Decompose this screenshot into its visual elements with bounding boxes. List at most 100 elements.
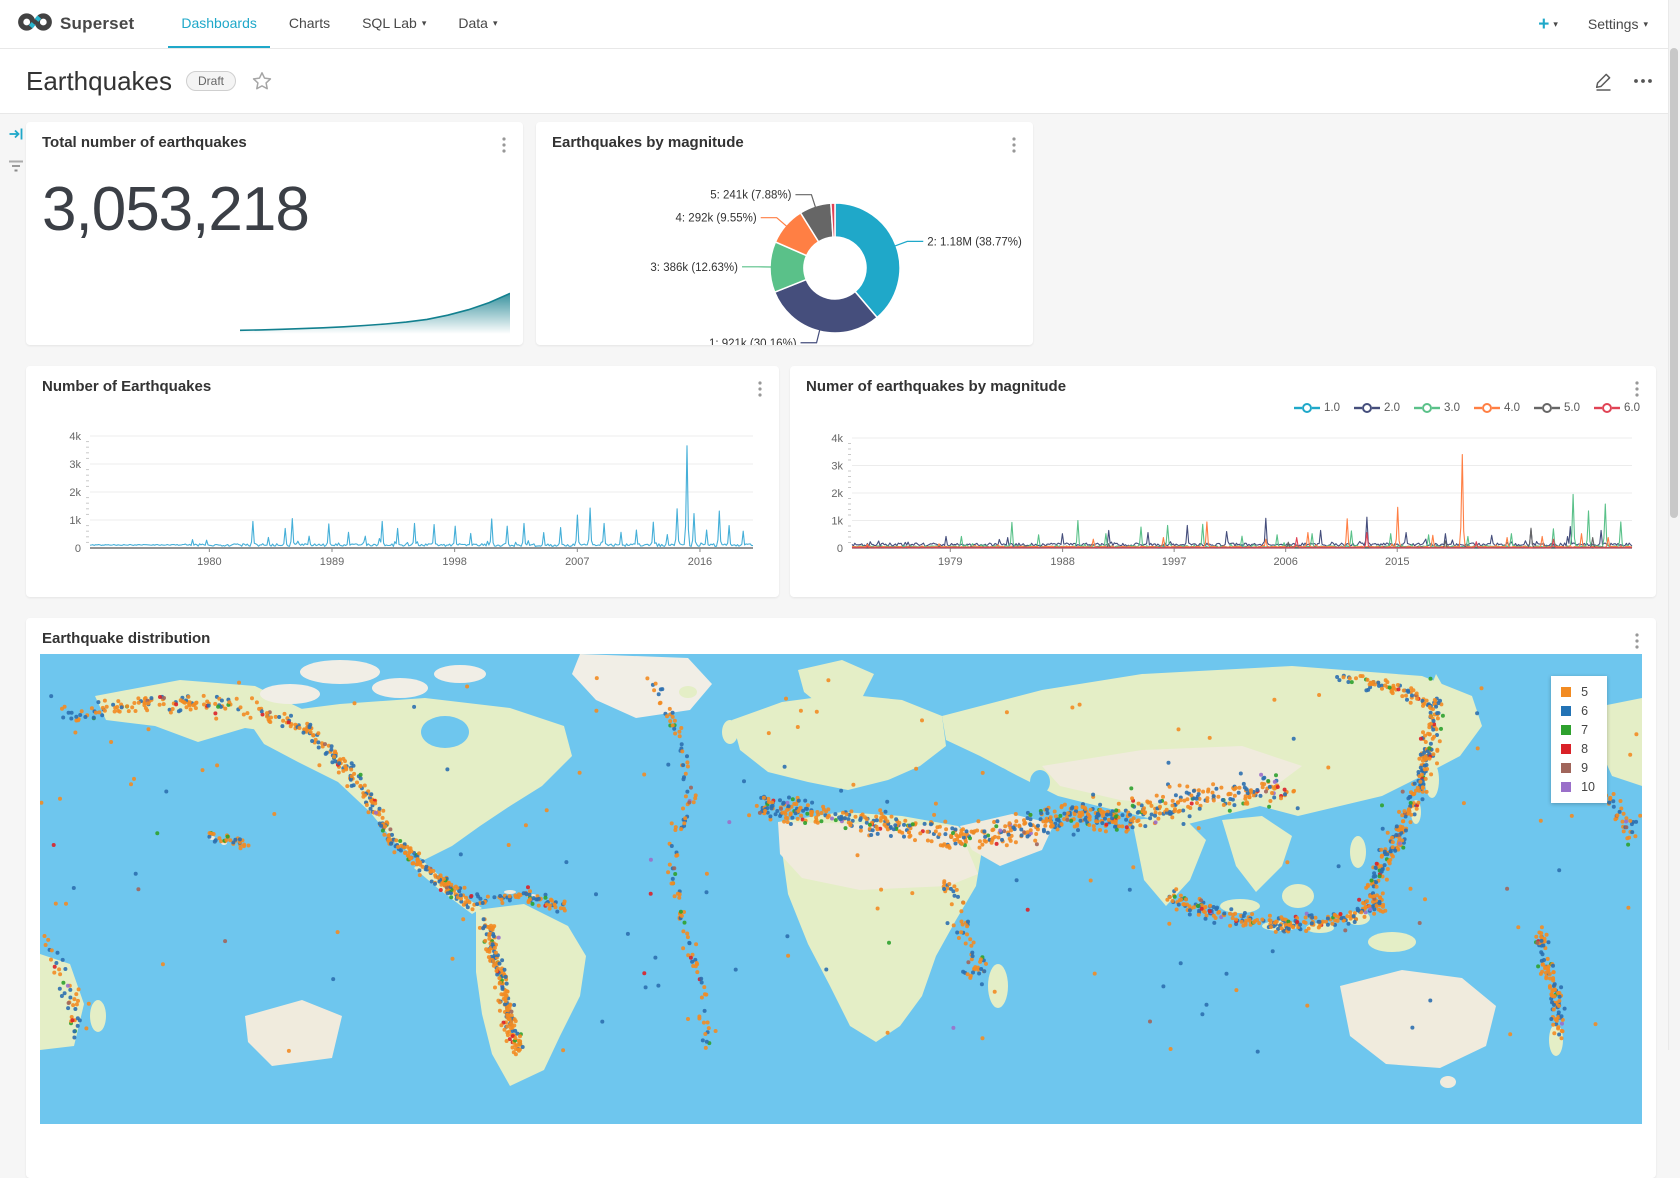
status-badge[interactable]: Draft — [186, 71, 236, 91]
map-landmass — [300, 660, 380, 684]
legend-label: 10 — [1581, 780, 1595, 794]
legend-swatch — [1561, 782, 1571, 792]
map-landmass — [1368, 932, 1416, 952]
legend-label: 7 — [1581, 723, 1588, 737]
x-axis-tick-label: 2007 — [565, 556, 589, 568]
world-map[interactable]: 5 6 7 8 9 10 — [40, 654, 1642, 1124]
big-number-sparkline[interactable] — [240, 286, 510, 334]
chart-kebab-menu-icon[interactable] — [499, 134, 509, 161]
map-landmass — [1440, 1076, 1456, 1088]
scrollbar-thumb[interactable] — [1670, 48, 1678, 518]
y-axis-tick-label: 2k — [69, 487, 81, 499]
map-landmass — [260, 684, 320, 704]
legend-swatch — [1561, 763, 1571, 773]
card-number-of-earthquakes: Number of Earthquakes 01k2k3k4k198019891… — [26, 366, 779, 597]
nav-item-dashboards[interactable]: Dashboards — [168, 0, 270, 48]
nav-item-charts[interactable]: Charts — [276, 0, 343, 48]
expand-filter-bar-icon[interactable] — [8, 126, 24, 147]
more-actions-icon[interactable] — [1632, 71, 1654, 91]
settings-label: Settings — [1588, 16, 1639, 32]
caret-down-icon: ▾ — [493, 18, 498, 29]
new-item-button[interactable]: + ▾ — [1538, 15, 1558, 34]
nav-item-label: Dashboards — [181, 15, 257, 31]
map-legend-item-10: 10 — [1561, 780, 1595, 794]
y-axis-tick-label: 3k — [831, 461, 843, 473]
map-landmass — [1220, 899, 1260, 913]
edit-pencil-icon[interactable] — [1593, 71, 1614, 92]
chart-title: Earthquakes by magnitude — [552, 134, 744, 151]
donut-label: 4: 292k (9.55%) — [676, 213, 757, 225]
map-landmass — [1350, 836, 1366, 868]
nav-item-sql-lab[interactable]: SQL Lab ▾ — [349, 0, 439, 48]
legend-swatch — [1561, 725, 1571, 735]
y-axis-tick-label: 3k — [69, 459, 81, 471]
legend-label: 9 — [1581, 761, 1588, 775]
y-axis-tick-label: 0 — [75, 543, 81, 555]
nav-item-label: Charts — [289, 15, 330, 31]
legend-label: 6 — [1581, 704, 1588, 718]
x-axis-tick-label: 1989 — [320, 556, 344, 568]
map-landmass — [988, 964, 1008, 1008]
map-legend-item-5: 5 — [1561, 685, 1595, 699]
map-landmass — [504, 890, 516, 894]
map-landmass — [421, 716, 469, 748]
legend-label: 5 — [1581, 685, 1588, 699]
donut-label: 5: 241k (7.88%) — [710, 190, 791, 202]
y-axis-tick-label: 2k — [831, 488, 843, 500]
chart-kebab-menu-icon[interactable] — [1632, 630, 1642, 657]
donut-label: 3: 386k (12.63%) — [650, 262, 738, 274]
series-line-4.0 — [852, 455, 1632, 548]
y-axis-tick-label: 4k — [831, 433, 843, 445]
x-axis-tick-label: 2015 — [1385, 556, 1409, 568]
caret-down-icon: ▾ — [1643, 19, 1648, 30]
timeseries-chart[interactable]: 01k2k3k4k19801989199820072016 — [26, 366, 779, 597]
big-number-value: 3,053,218 — [42, 174, 309, 245]
legend-label: 8 — [1581, 742, 1588, 756]
nav-item-data[interactable]: Data ▾ — [445, 0, 510, 48]
caret-down-icon: ▾ — [422, 18, 427, 29]
favorite-star-icon[interactable] — [252, 71, 272, 91]
dashboard-header: Earthquakes Draft — [0, 49, 1680, 114]
series-line-2.0 — [852, 517, 1632, 546]
donut-label-line — [761, 218, 787, 226]
map-landmass — [372, 678, 428, 698]
brand-name: Superset — [60, 14, 134, 34]
y-axis-tick-label: 4k — [69, 431, 81, 443]
x-axis-tick-label: 1988 — [1050, 556, 1074, 568]
map-landmass — [981, 767, 1009, 781]
x-axis-tick-label: 2006 — [1273, 556, 1297, 568]
timeseries-chart[interactable]: 01k2k3k4k19791988199720062015 — [790, 366, 1656, 597]
x-axis-tick-label: 1998 — [442, 556, 466, 568]
nav-item-label: SQL Lab — [362, 15, 417, 31]
card-total-number: Total number of earthquakes 3,053,218 — [26, 122, 523, 345]
map-landmass — [722, 720, 738, 744]
filter-lines-icon[interactable] — [8, 159, 24, 178]
page-title: Earthquakes — [26, 66, 172, 97]
donut-label-line — [801, 330, 820, 343]
x-axis-tick-label: 1979 — [938, 556, 962, 568]
chart-title: Total number of earthquakes — [42, 134, 247, 151]
superset-infinity-logo-icon — [18, 10, 52, 39]
map-landmass — [1282, 884, 1314, 908]
map-legend-item-8: 8 — [1561, 742, 1595, 756]
card-earthquakes-by-magnitude: Earthquakes by magnitude 2: 1.18M (38.77… — [536, 122, 1033, 345]
vertical-scrollbar[interactable] — [1668, 0, 1680, 1050]
donut-label-line — [895, 241, 923, 245]
map-landmass — [90, 1000, 106, 1032]
x-axis-tick-label: 2016 — [688, 556, 712, 568]
card-earthquake-distribution: Earthquake distribution 5 6 7 8 9 10 — [26, 618, 1656, 1178]
map-landmass — [679, 686, 697, 698]
y-axis-tick-label: 1k — [831, 516, 843, 528]
donut-label: 1: 921k (30.16%) — [709, 338, 797, 345]
settings-menu[interactable]: Settings ▾ — [1588, 16, 1648, 32]
y-axis-tick-label: 1k — [69, 515, 81, 527]
dashboard-body: Total number of earthquakes 3,053,218 Ea… — [0, 112, 1680, 1050]
donut-label: 2: 1.18M (38.77%) — [927, 236, 1022, 248]
map-legend: 5 6 7 8 9 10 — [1551, 676, 1607, 803]
chart-title: Earthquake distribution — [42, 630, 210, 647]
map-legend-item-9: 9 — [1561, 761, 1595, 775]
donut-chart[interactable]: 2: 1.18M (38.77%) 1: 921k (30.16%) 3: 386k… — [536, 150, 1033, 345]
caret-down-icon: ▾ — [1553, 19, 1558, 30]
superset-logo-brand[interactable]: Superset — [18, 0, 134, 48]
map-legend-item-7: 7 — [1561, 723, 1595, 737]
